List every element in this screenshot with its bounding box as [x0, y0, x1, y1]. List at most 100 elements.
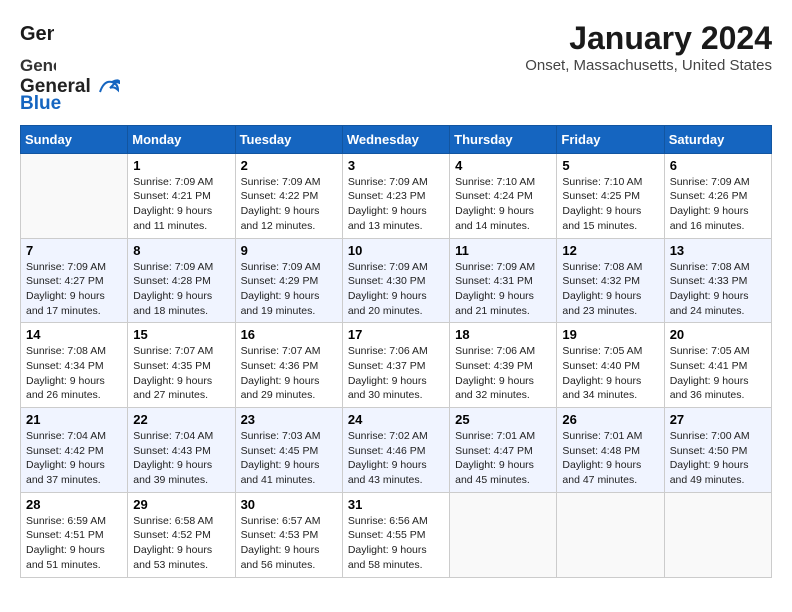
- calendar-cell: 9 Sunrise: 7:09 AMSunset: 4:29 PMDaylight…: [235, 238, 342, 323]
- day-info: Sunrise: 7:01 AMSunset: 4:48 PMDaylight:…: [562, 429, 658, 488]
- calendar-cell: 2Sunrise: 7:09 AMSunset: 4:22 PMDaylight…: [235, 153, 342, 238]
- day-number: 19: [562, 327, 658, 342]
- calendar-cell: 16 Sunrise: 7:07 AMSunset: 4:36 PMDayligh…: [235, 323, 342, 408]
- day-info: Sunrise: 7:05 AMSunset: 4:40 PMDaylight:…: [562, 344, 658, 403]
- svg-text:General: General: [20, 23, 54, 45]
- day-number: 11: [455, 243, 551, 258]
- day-number: 6: [670, 158, 766, 173]
- calendar-header-friday: Friday: [557, 125, 664, 153]
- day-number: 23: [241, 412, 337, 427]
- calendar-cell: 13Sunrise: 7:08 AMSunset: 4:33 PMDayligh…: [664, 238, 771, 323]
- calendar-cell: [557, 492, 664, 577]
- calendar-week-5: 28 Sunrise: 6:59 AMSunset: 4:51 PMDayligh…: [21, 492, 772, 577]
- day-number: 28: [26, 497, 122, 512]
- calendar-cell: 24 Sunrise: 7:02 AMSunset: 4:46 PMDayligh…: [342, 408, 449, 493]
- calendar-cell: 15Sunrise: 7:07 AMSunset: 4:35 PMDayligh…: [128, 323, 235, 408]
- day-number: 20: [670, 327, 766, 342]
- calendar-cell: 21 Sunrise: 7:04 AMSunset: 4:42 PMDayligh…: [21, 408, 128, 493]
- logo: General General General: [20, 20, 120, 115]
- calendar-cell: 26 Sunrise: 7:01 AMSunset: 4:48 PMDayligh…: [557, 408, 664, 493]
- day-number: 1: [133, 158, 229, 173]
- day-info: Sunrise: 7:02 AMSunset: 4:46 PMDaylight:…: [348, 429, 444, 488]
- calendar-cell: 31Sunrise: 6:56 AMSunset: 4:55 PMDayligh…: [342, 492, 449, 577]
- calendar-week-4: 21 Sunrise: 7:04 AMSunset: 4:42 PMDayligh…: [21, 408, 772, 493]
- calendar-cell: 4Sunrise: 7:10 AMSunset: 4:24 PMDaylight…: [450, 153, 557, 238]
- day-number: 18: [455, 327, 551, 342]
- calendar-cell: 6 Sunrise: 7:09 AMSunset: 4:26 PMDaylight…: [664, 153, 771, 238]
- day-number: 24: [348, 412, 444, 427]
- calendar-header-wednesday: Wednesday: [342, 125, 449, 153]
- day-info: Sunrise: 7:10 AMSunset: 4:25 PMDaylight:…: [562, 175, 658, 234]
- day-number: 12: [562, 243, 658, 258]
- day-info: Sunrise: 6:57 AMSunset: 4:53 PMDaylight:…: [241, 514, 337, 573]
- day-info: Sunrise: 7:04 AMSunset: 4:43 PMDaylight:…: [133, 429, 229, 488]
- day-info: Sunrise: 7:09 AMSunset: 4:30 PMDaylight:…: [348, 260, 444, 319]
- day-info: Sunrise: 7:00 AMSunset: 4:50 PMDaylight:…: [670, 429, 766, 488]
- calendar-cell: 8 Sunrise: 7:09 AMSunset: 4:28 PMDaylight…: [128, 238, 235, 323]
- calendar-cell: 7Sunrise: 7:09 AMSunset: 4:27 PMDaylight…: [21, 238, 128, 323]
- calendar-cell: 27 Sunrise: 7:00 AMSunset: 4:50 PMDayligh…: [664, 408, 771, 493]
- calendar-cell: 17 Sunrise: 7:06 AMSunset: 4:37 PMDayligh…: [342, 323, 449, 408]
- calendar-table: SundayMondayTuesdayWednesdayThursdayFrid…: [20, 125, 772, 578]
- day-number: 3: [348, 158, 444, 173]
- day-info: Sunrise: 7:09 AMSunset: 4:29 PMDaylight:…: [241, 260, 337, 319]
- day-info: Sunrise: 7:06 AMSunset: 4:39 PMDaylight:…: [455, 344, 551, 403]
- page-subtitle: Onset, Massachusetts, United States: [525, 57, 772, 74]
- day-number: 5: [562, 158, 658, 173]
- calendar-header-saturday: Saturday: [664, 125, 771, 153]
- svg-text:General: General: [20, 56, 56, 75]
- day-info: Sunrise: 7:09 AMSunset: 4:22 PMDaylight:…: [241, 175, 337, 234]
- calendar-cell: 11Sunrise: 7:09 AMSunset: 4:31 PMDayligh…: [450, 238, 557, 323]
- day-number: 31: [348, 497, 444, 512]
- day-number: 26: [562, 412, 658, 427]
- day-number: 17: [348, 327, 444, 342]
- calendar-cell: 29Sunrise: 6:58 AMSunset: 4:52 PMDayligh…: [128, 492, 235, 577]
- day-info: Sunrise: 7:04 AMSunset: 4:42 PMDaylight:…: [26, 429, 122, 488]
- day-number: 10: [348, 243, 444, 258]
- calendar-cell: 18 Sunrise: 7:06 AMSunset: 4:39 PMDayligh…: [450, 323, 557, 408]
- day-info: Sunrise: 7:08 AMSunset: 4:34 PMDaylight:…: [26, 344, 122, 403]
- day-info: Sunrise: 7:08 AMSunset: 4:32 PMDaylight:…: [562, 260, 658, 319]
- day-info: Sunrise: 7:09 AMSunset: 4:23 PMDaylight:…: [348, 175, 444, 234]
- calendar-header-monday: Monday: [128, 125, 235, 153]
- calendar-cell: 22Sunrise: 7:04 AMSunset: 4:43 PMDayligh…: [128, 408, 235, 493]
- calendar-cell: 19 Sunrise: 7:05 AMSunset: 4:40 PMDayligh…: [557, 323, 664, 408]
- day-info: Sunrise: 6:58 AMSunset: 4:52 PMDaylight:…: [133, 514, 229, 573]
- day-number: 16: [241, 327, 337, 342]
- calendar-cell: 14 Sunrise: 7:08 AMSunset: 4:34 PMDayligh…: [21, 323, 128, 408]
- day-info: Sunrise: 7:06 AMSunset: 4:37 PMDaylight:…: [348, 344, 444, 403]
- calendar-header-tuesday: Tuesday: [235, 125, 342, 153]
- day-info: Sunrise: 7:09 AMSunset: 4:21 PMDaylight:…: [133, 175, 229, 234]
- day-info: Sunrise: 7:08 AMSunset: 4:33 PMDaylight:…: [670, 260, 766, 319]
- calendar-cell: 25Sunrise: 7:01 AMSunset: 4:47 PMDayligh…: [450, 408, 557, 493]
- day-info: Sunrise: 7:10 AMSunset: 4:24 PMDaylight:…: [455, 175, 551, 234]
- calendar-body: 1 Sunrise: 7:09 AMSunset: 4:21 PMDaylight…: [21, 153, 772, 577]
- calendar-cell: [450, 492, 557, 577]
- title-section: January 2024 Onset, Massachusetts, Unite…: [525, 20, 772, 74]
- calendar-cell: 20 Sunrise: 7:05 AMSunset: 4:41 PMDayligh…: [664, 323, 771, 408]
- day-number: 9: [241, 243, 337, 258]
- calendar-cell: 3 Sunrise: 7:09 AMSunset: 4:23 PMDaylight…: [342, 153, 449, 238]
- day-number: 7: [26, 243, 122, 258]
- logo-icon: General: [20, 20, 54, 53]
- calendar-cell: 5 Sunrise: 7:10 AMSunset: 4:25 PMDaylight…: [557, 153, 664, 238]
- calendar-header-thursday: Thursday: [450, 125, 557, 153]
- calendar-week-3: 14 Sunrise: 7:08 AMSunset: 4:34 PMDayligh…: [21, 323, 772, 408]
- day-number: 21: [26, 412, 122, 427]
- calendar-cell: 10 Sunrise: 7:09 AMSunset: 4:30 PMDayligh…: [342, 238, 449, 323]
- calendar-header-sunday: Sunday: [21, 125, 128, 153]
- calendar-header-row: SundayMondayTuesdayWednesdayThursdayFrid…: [21, 125, 772, 153]
- day-number: 8: [133, 243, 229, 258]
- day-number: 15: [133, 327, 229, 342]
- calendar-week-2: 7Sunrise: 7:09 AMSunset: 4:27 PMDaylight…: [21, 238, 772, 323]
- calendar-cell: 12 Sunrise: 7:08 AMSunset: 4:32 PMDayligh…: [557, 238, 664, 323]
- calendar-cell: 1 Sunrise: 7:09 AMSunset: 4:21 PMDaylight…: [128, 153, 235, 238]
- day-number: 27: [670, 412, 766, 427]
- day-info: Sunrise: 7:09 AMSunset: 4:26 PMDaylight:…: [670, 175, 766, 234]
- day-number: 14: [26, 327, 122, 342]
- calendar-cell: 30Sunrise: 6:57 AMSunset: 4:53 PMDayligh…: [235, 492, 342, 577]
- day-info: Sunrise: 7:09 AMSunset: 4:28 PMDaylight:…: [133, 260, 229, 319]
- day-info: Sunrise: 7:07 AMSunset: 4:36 PMDaylight:…: [241, 344, 337, 403]
- day-info: Sunrise: 6:59 AMSunset: 4:51 PMDaylight:…: [26, 514, 122, 573]
- day-info: Sunrise: 7:05 AMSunset: 4:41 PMDaylight:…: [670, 344, 766, 403]
